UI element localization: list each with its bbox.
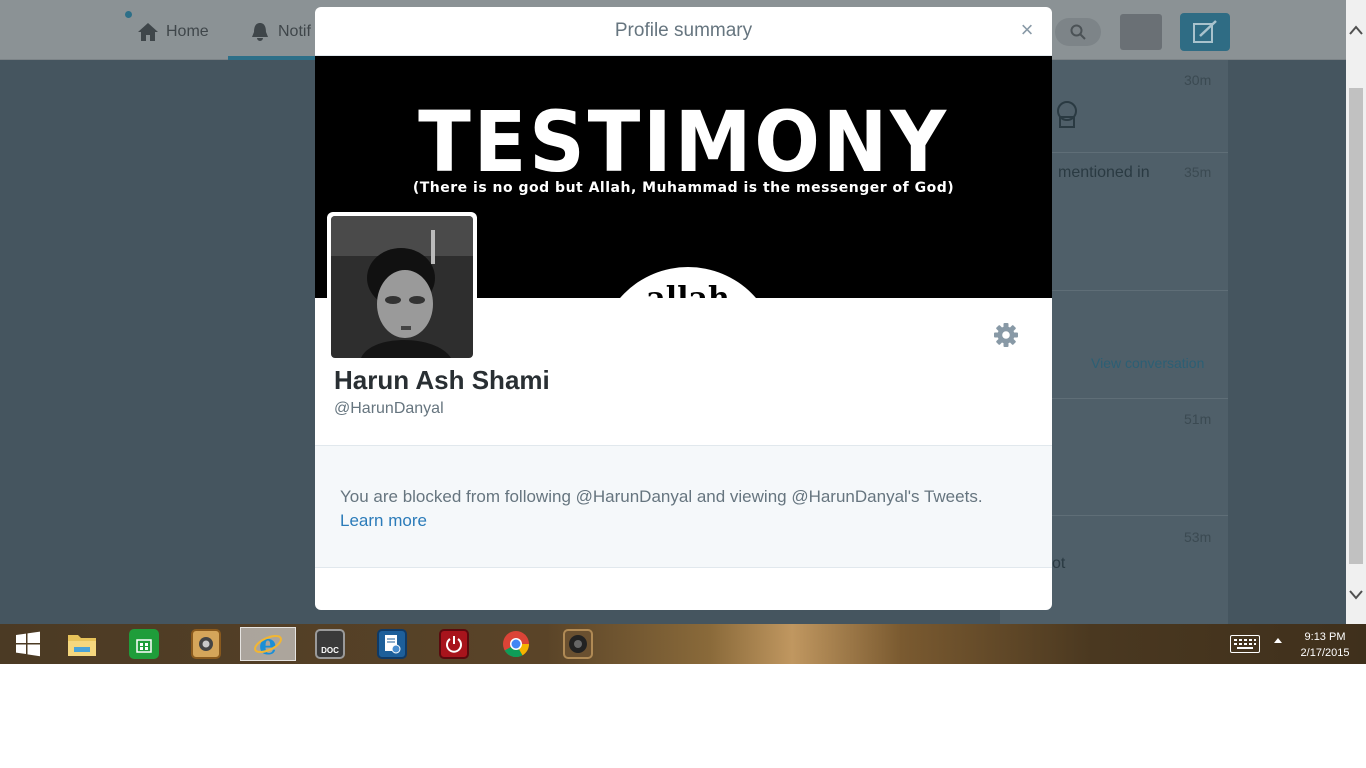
speaker-icon [563, 629, 593, 659]
account-avatar[interactable] [1120, 14, 1162, 50]
desktop-screen: Home Notif 30m mentioned in 35m View con… [0, 0, 1366, 664]
media-app-button[interactable] [178, 627, 234, 661]
profile-avatar[interactable] [327, 212, 477, 362]
modal-header: Profile summary × [315, 7, 1052, 56]
clock-time: 9:13 PM [1304, 631, 1346, 643]
profile-handle[interactable]: @HarunDanyal [334, 400, 444, 418]
clock-date: 2/17/2015 [1300, 647, 1350, 659]
camera-app-icon [191, 629, 221, 659]
stream-time: 35m [1184, 164, 1212, 180]
banner-title: TESTIMONY [418, 93, 949, 191]
internet-explorer-button[interactable]: e [240, 627, 296, 661]
mentioned-text: mentioned in [1058, 164, 1150, 181]
doc-icon-label: DOC [321, 645, 339, 655]
chevron-down-icon [1349, 590, 1363, 600]
profile-photo [331, 216, 473, 358]
search-icon [1070, 24, 1086, 40]
profile-photo-image [331, 216, 473, 358]
notification-dot [125, 11, 132, 18]
folder-icon [68, 635, 96, 656]
view-conversation-link[interactable]: View conversation [1091, 355, 1204, 371]
blocked-message: You are blocked from following @HarunDan… [340, 487, 983, 506]
profile-summary-modal: Profile summary × TESTIMONY (There is no… [315, 7, 1052, 610]
speaker-app-button[interactable] [550, 627, 606, 661]
chevron-up-icon [1349, 25, 1363, 35]
blocked-notice: You are blocked from following @HarunDan… [315, 445, 1052, 568]
show-hidden-icons-button[interactable] [1273, 636, 1283, 647]
close-button[interactable]: × [1015, 17, 1039, 43]
doc-app-button[interactable]: DOC [302, 627, 358, 661]
stream-time: 30m [1184, 72, 1212, 88]
chrome-icon [503, 631, 530, 658]
home-icon [138, 23, 158, 41]
scroll-thumb[interactable] [1349, 88, 1363, 564]
banner-seal-text: allah [598, 281, 778, 298]
nav-home-label: Home [166, 23, 209, 40]
system-clock[interactable]: 9:13 PM 2/17/2015 [1292, 629, 1358, 661]
store-bag-icon [129, 629, 159, 659]
windows-logo-icon [16, 631, 40, 657]
nav-active-indicator [228, 56, 318, 60]
search-button[interactable] [1055, 18, 1101, 46]
power-app-button[interactable] [426, 627, 482, 661]
power-icon [439, 629, 469, 659]
settings-app-button[interactable] [364, 627, 420, 661]
start-button[interactable] [0, 627, 56, 661]
stream-time: 51m [1184, 411, 1212, 427]
caret-up-icon [1274, 638, 1282, 643]
file-explorer-button[interactable] [54, 627, 110, 661]
page-scrollbar[interactable] [1346, 0, 1366, 624]
touch-keyboard-icon[interactable] [1230, 635, 1260, 653]
nav-notifications-label: Notif [278, 23, 311, 40]
bell-icon [252, 23, 268, 41]
ie-logo-icon: e [254, 629, 282, 659]
scroll-down-arrow[interactable] [1346, 585, 1366, 607]
profile-name[interactable]: Harun Ash Shami [334, 365, 550, 396]
user-avatar-icon [1057, 101, 1077, 128]
doc-icon: DOC [315, 629, 345, 659]
svg-text:e: e [259, 629, 277, 659]
scroll-up-arrow[interactable] [1346, 20, 1366, 42]
stream-fragment-text: ot [1052, 555, 1066, 572]
stream-time: 53m [1184, 529, 1212, 545]
compose-icon [1193, 20, 1217, 43]
compose-tweet-button[interactable] [1180, 13, 1230, 51]
learn-more-link[interactable]: Learn more [340, 511, 427, 531]
gear-icon[interactable] [991, 320, 1021, 350]
banner-seal: allah [598, 267, 778, 298]
nav-home[interactable]: Home [136, 18, 209, 46]
doc-gear-icon [377, 629, 407, 659]
chrome-button[interactable] [488, 627, 544, 661]
nav-notifications[interactable]: Notif [248, 18, 311, 46]
banner-subtitle: (There is no god but Allah, Muhammad is … [412, 180, 955, 196]
store-button[interactable] [116, 627, 172, 661]
keyboard-icon [1234, 639, 1256, 649]
modal-title: Profile summary [614, 20, 753, 41]
